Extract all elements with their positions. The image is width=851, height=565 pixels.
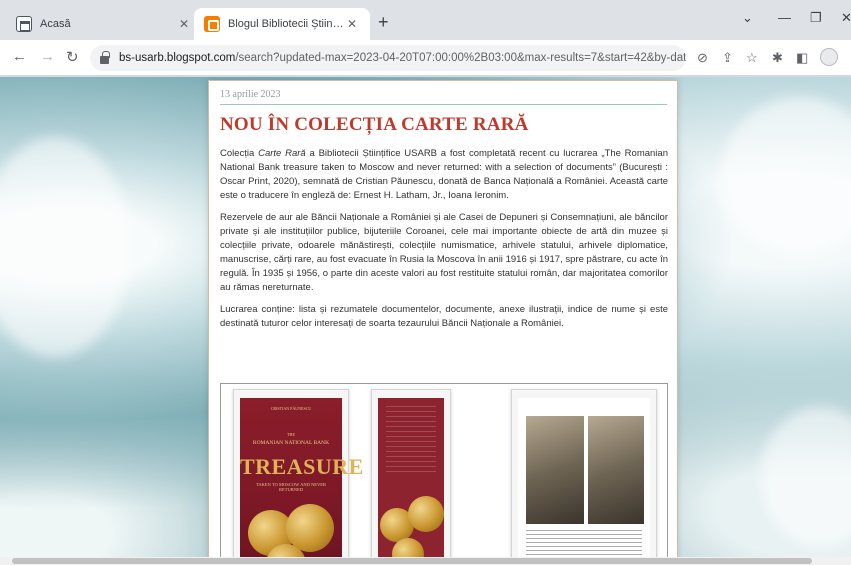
post-title[interactable]: NOU ÎN COLECȚIA CARTE RARĂ — [220, 114, 529, 136]
extensions-icon[interactable]: ✱ — [772, 50, 783, 66]
bookmark-star-icon[interactable]: ☆ — [746, 50, 758, 66]
coin-image — [392, 538, 424, 557]
tab-title: Acasă — [40, 18, 71, 30]
post-date: 13 aprilie 2023 — [220, 89, 281, 100]
window-close-icon[interactable]: ✕ — [841, 10, 851, 26]
tab-search-icon[interactable]: ⌄ — [742, 10, 753, 26]
page-viewport: 13 aprilie 2023 NOU ÎN COLECȚIA CARTE RA… — [0, 77, 851, 557]
tracking-icon[interactable]: ⊘ — [697, 50, 708, 66]
inner-page — [518, 398, 650, 557]
reload-icon[interactable]: ↻ — [66, 48, 79, 66]
background-flower — [720, 97, 851, 257]
url-path: /search?updated-max=2023-04-20T07:00:00%… — [235, 52, 686, 64]
profile-avatar-icon[interactable] — [820, 48, 838, 66]
cover-treasure: TREASURE — [240, 454, 364, 479]
cover-front: CRISTIAN PĂUNESCU THE ROMANIAN NATIONAL … — [240, 398, 364, 557]
sidepanel-icon[interactable]: ◧ — [796, 50, 808, 66]
cover-subtitle: TAKEN TO MOSCOW AND NEVER RETURNED — [256, 482, 326, 492]
library-icon — [16, 16, 32, 32]
forward-icon[interactable]: → — [40, 48, 55, 65]
paragraph: Lucrarea conține: lista și rezumatele do… — [220, 304, 668, 329]
new-tab-button[interactable]: + — [378, 12, 389, 33]
horizontal-scrollbar[interactable] — [0, 557, 851, 565]
tab-title: Blogul Bibliotecii Științifice USARB — [228, 18, 344, 30]
book-page-image[interactable] — [511, 389, 657, 557]
post-title-text: NOU ÎN COLECȚIA CARTE RARĂ — [220, 114, 529, 135]
share-icon[interactable]: ⇪ — [722, 50, 733, 66]
cover-bank: ROMANIAN NATIONAL BANK — [252, 440, 330, 446]
close-icon[interactable]: ✕ — [344, 17, 360, 31]
book-cover-image[interactable]: CRISTIAN PĂUNESCU THE ROMANIAN NATIONAL … — [233, 389, 364, 557]
cover-back — [378, 398, 444, 557]
image-gallery: CRISTIAN PĂUNESCU THE ROMANIAN NATIONAL … — [220, 383, 668, 557]
portrait-photo — [588, 416, 644, 524]
restore-icon[interactable]: ❐ — [810, 10, 822, 26]
back-text-lines — [386, 406, 436, 476]
blogger-icon — [204, 16, 220, 32]
scrollbar-thumb[interactable] — [12, 558, 812, 564]
paragraph-text: Colecția — [220, 148, 259, 159]
close-icon[interactable]: ✕ — [176, 17, 192, 31]
coin-image — [408, 496, 444, 532]
address-bar[interactable]: bs-usarb.blogspot.com/search?updated-max… — [90, 45, 686, 71]
tab-acasa[interactable]: Acasă ✕ — [6, 8, 202, 40]
tab-strip: Acasă ✕ Blogul Bibliotecii Științifice U… — [0, 0, 851, 40]
emphasis-text: Carte Rară — [258, 148, 306, 159]
minimize-icon[interactable]: — — [778, 10, 791, 25]
book-back-image[interactable] — [371, 389, 451, 557]
tab-blog[interactable]: Blogul Bibliotecii Științifice USARB ✕ — [194, 8, 370, 40]
background-flower — [0, 137, 130, 357]
background-flower — [760, 407, 851, 547]
paragraph: Rezervele de aur ale Băncii Naționale a … — [220, 212, 668, 293]
browser-toolbar: ← → ↻ bs-usarb.blogspot.com/search?updat… — [0, 40, 851, 76]
lock-icon[interactable] — [100, 51, 110, 64]
blog-post: 13 aprilie 2023 NOU ÎN COLECȚIA CARTE RA… — [208, 80, 678, 557]
url-host: bs-usarb.blogspot.com — [119, 52, 236, 64]
post-body: Colecția Carte Rară a Bibliotecii Științ… — [220, 147, 668, 339]
portrait-photo — [526, 416, 584, 524]
caption-lines — [526, 530, 642, 557]
divider — [220, 104, 667, 105]
back-icon[interactable]: ← — [12, 48, 27, 65]
cover-the: THE — [287, 432, 295, 437]
cover-author: CRISTIAN PĂUNESCU — [270, 406, 312, 411]
paragraph: Colecția Carte Rară a Bibliotecii Științ… — [220, 147, 668, 203]
